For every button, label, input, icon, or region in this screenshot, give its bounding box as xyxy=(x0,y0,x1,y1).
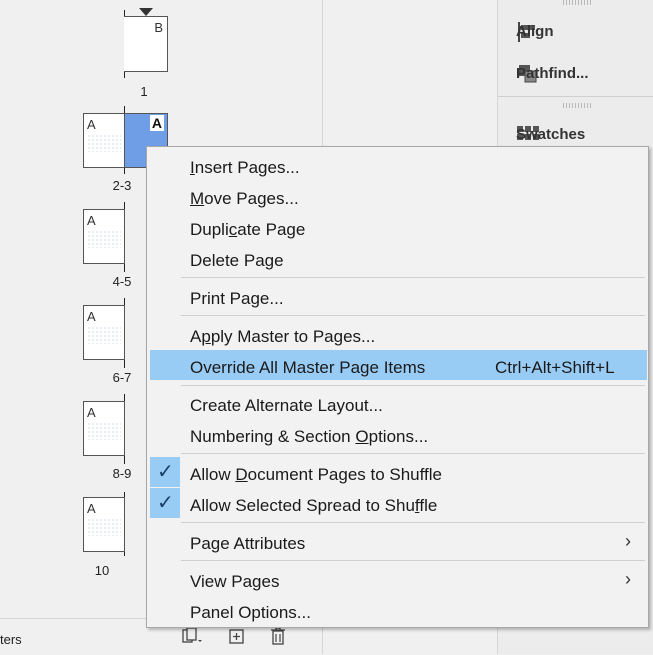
page-dots xyxy=(87,230,121,248)
menu-separator xyxy=(181,277,645,278)
page-thumbnail-1[interactable]: B xyxy=(124,16,168,72)
page-thumbnail-6[interactable]: A xyxy=(83,305,125,360)
edit-page-size-icon[interactable] xyxy=(181,627,203,645)
chevron-right-icon: › xyxy=(625,569,631,589)
menu-item-panel-options[interactable]: Panel Options... xyxy=(190,603,311,623)
master-letter: A xyxy=(87,501,96,516)
master-letter: A xyxy=(87,309,96,324)
align-panel-button[interactable]: Align xyxy=(516,23,554,40)
menu-separator xyxy=(181,560,645,561)
menu-separator xyxy=(181,385,645,386)
page-dots xyxy=(87,326,121,344)
page-label-2-3: 2-3 xyxy=(112,178,132,193)
menu-separator xyxy=(181,315,645,316)
page-thumbnail-4[interactable]: A xyxy=(83,209,125,264)
check-icon: ✓ xyxy=(150,488,180,518)
menu-item-move-pages[interactable]: Move Pages... xyxy=(190,189,299,209)
page-1-indicator-icon xyxy=(139,8,153,16)
menu-separator xyxy=(181,453,645,454)
menu-separator xyxy=(181,522,645,523)
check-icon: ✓ xyxy=(150,457,180,487)
delete-page-icon[interactable] xyxy=(268,626,288,646)
menu-item-duplicate-page[interactable]: Duplicate Page xyxy=(190,220,305,240)
menu-item-allow-selected-spread-shuffle[interactable]: Allow Selected Spread to Shuffle xyxy=(190,496,437,516)
menu-shortcut: Ctrl+Alt+Shift+L xyxy=(495,358,615,377)
master-letter: B xyxy=(154,20,163,35)
master-letter: A xyxy=(87,117,96,132)
pages-panel-status-text: ters xyxy=(0,632,22,647)
new-page-icon[interactable] xyxy=(228,628,246,646)
page-label-6-7: 6-7 xyxy=(112,370,132,385)
menu-item-allow-document-pages-shuffle[interactable]: Allow Document Pages to Shuffle xyxy=(190,465,442,485)
menu-item-create-alternate-layout[interactable]: Create Alternate Layout... xyxy=(190,396,383,416)
menu-item-override-all-master[interactable]: Override All Master Page Items xyxy=(190,358,425,378)
dock-grip[interactable] xyxy=(563,103,593,108)
master-letter: A xyxy=(87,405,96,420)
page-dots xyxy=(87,134,121,152)
page-label-8-9: 8-9 xyxy=(112,466,132,481)
dock-separator xyxy=(498,96,653,97)
menu-item-view-pages[interactable]: View Pages xyxy=(190,572,279,592)
pathfinder-panel-button[interactable]: Pathfind... xyxy=(516,65,589,82)
master-letter: A xyxy=(149,115,164,131)
pages-context-menu: Insert Pages... Move Pages... Duplicate … xyxy=(146,146,649,628)
page-label-10: 10 xyxy=(94,563,110,578)
menu-item-print-page[interactable]: Print Page... xyxy=(190,289,284,309)
chevron-right-icon: › xyxy=(625,531,631,551)
page-thumbnail-10[interactable]: A xyxy=(83,497,125,552)
page-dots xyxy=(87,518,121,536)
master-letter: A xyxy=(87,213,96,228)
menu-item-insert-pages[interactable]: Insert Pages... xyxy=(190,158,300,178)
page-thumbnail-2[interactable]: A xyxy=(83,113,125,168)
menu-item-delete-page[interactable]: Delete Page xyxy=(190,251,284,271)
page-label-4-5: 4-5 xyxy=(112,274,132,289)
swatches-panel-button[interactable]: Swatches xyxy=(516,126,585,143)
page-label-1: 1 xyxy=(140,84,148,99)
page-dots xyxy=(87,422,121,440)
dock-grip[interactable] xyxy=(563,0,593,5)
menu-item-apply-master[interactable]: Apply Master to Pages... xyxy=(190,327,375,347)
menu-item-numbering-section-options[interactable]: Numbering & Section Options... xyxy=(190,427,428,447)
menu-item-page-attributes[interactable]: Page Attributes xyxy=(190,534,305,554)
page-thumbnail-8[interactable]: A xyxy=(83,401,125,456)
